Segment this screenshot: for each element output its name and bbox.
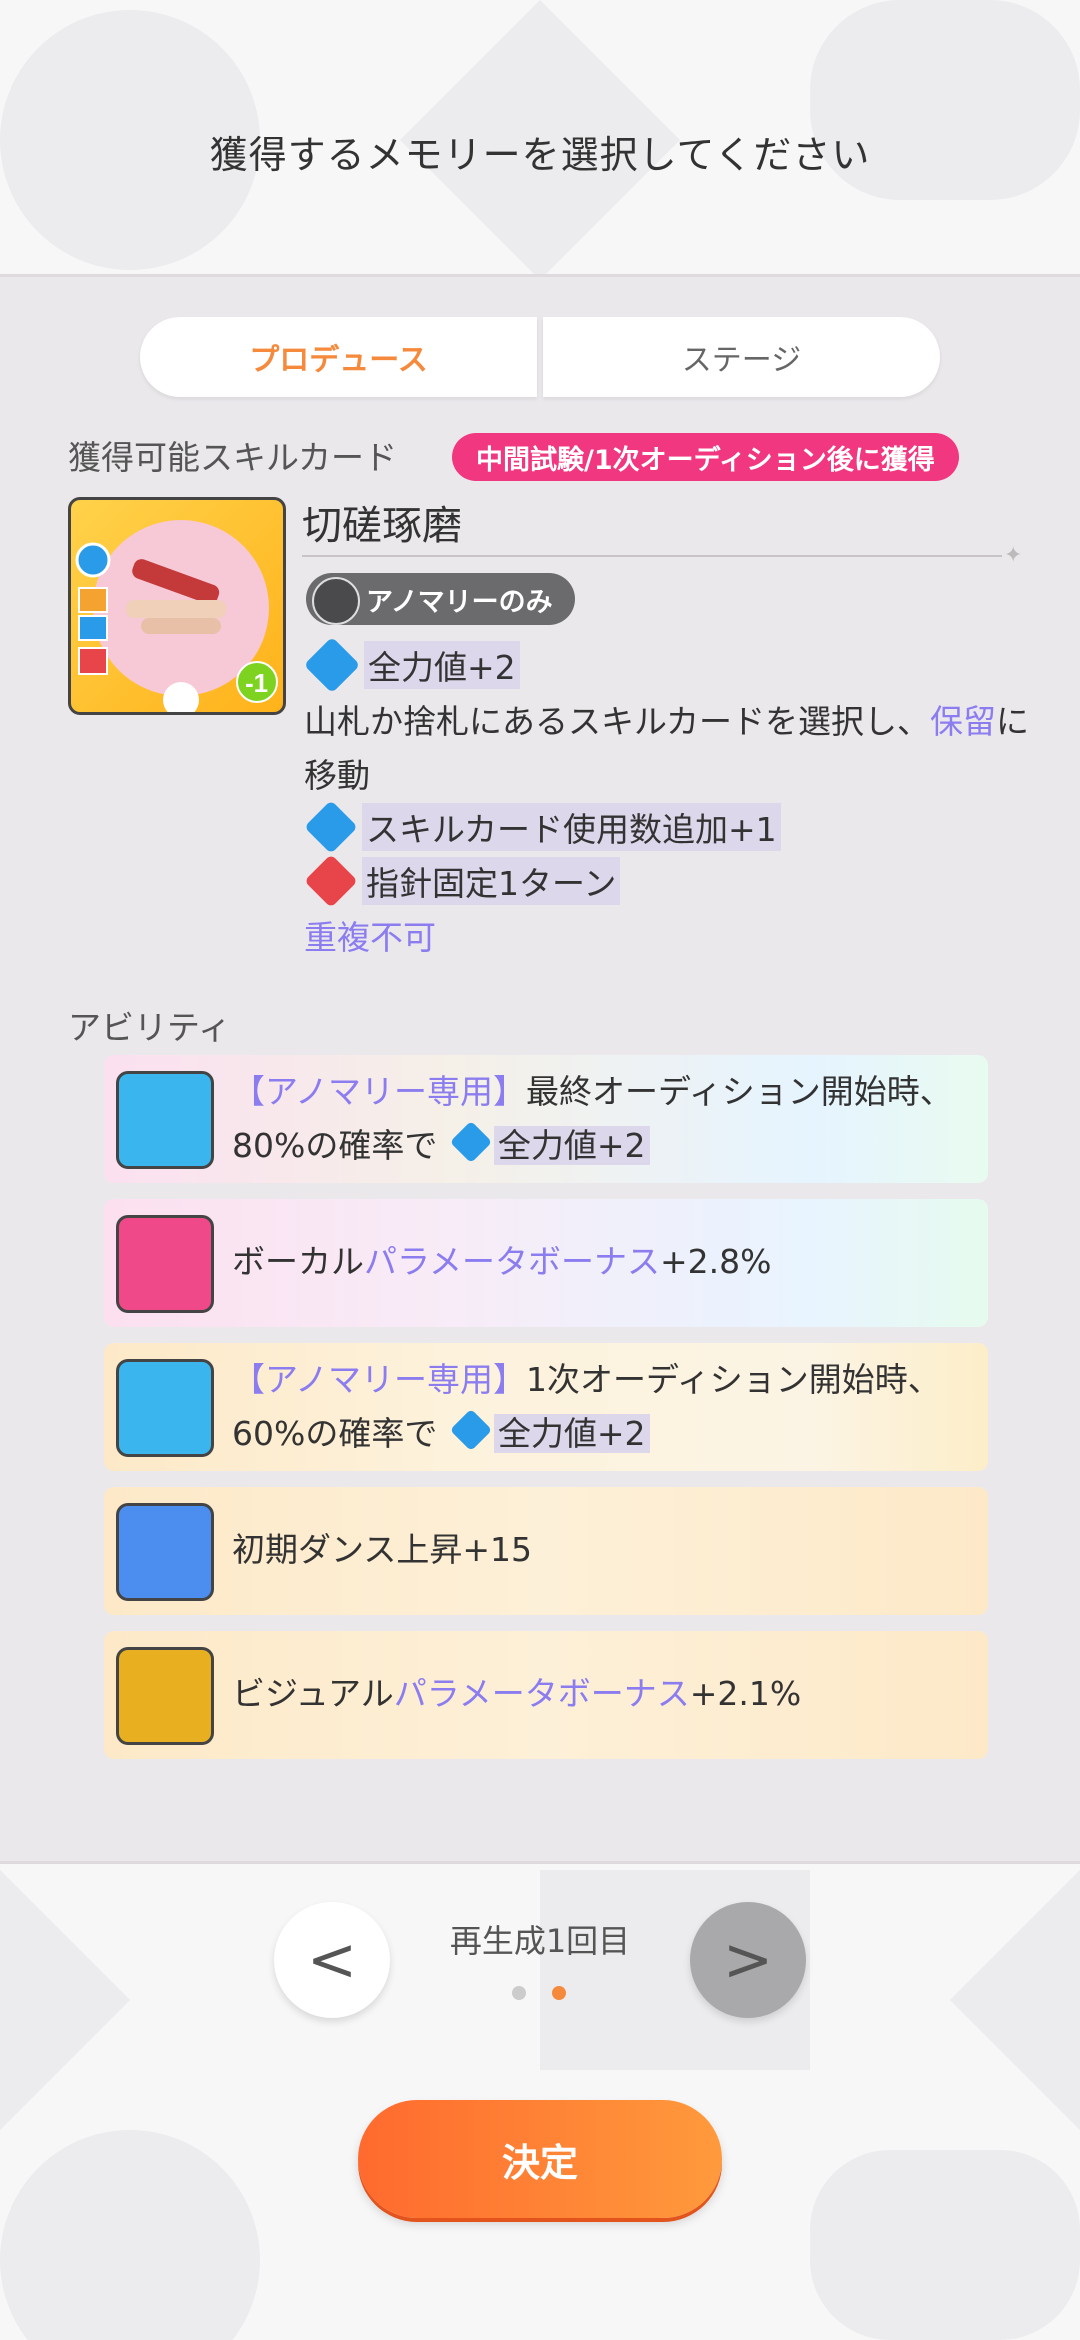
skill-use-icon xyxy=(304,800,358,854)
next-button[interactable]: > xyxy=(690,1902,806,2018)
memory-panel: プロデュース ステージ 獲得可能スキルカード 中間試験/1次オーディション後に獲… xyxy=(0,274,1080,1864)
effect-fixed: 指針固定1ターン xyxy=(304,854,621,908)
tab-stage[interactable]: ステージ xyxy=(543,317,940,397)
param-bonus-link[interactable]: パラメータボーナス xyxy=(364,1242,660,1281)
ability-item[interactable]: ビジュアルパラメータボーナス+2.1% xyxy=(104,1631,988,1759)
tab-produce[interactable]: プロデュース xyxy=(140,317,537,397)
prev-button[interactable]: < xyxy=(274,1902,390,2018)
ability-item[interactable]: 【アノマリー専用】1次オーディション開始時、60%の確率で 全力値+2 xyxy=(104,1343,988,1471)
effect-power: 全力値+2 xyxy=(303,636,520,694)
sparkle-icon: ✦ xyxy=(1004,543,1023,568)
ability-text: ボーカル xyxy=(232,1242,364,1281)
visual-icon xyxy=(116,1647,214,1745)
desc-prefix: 山札か捨札にあるスキルカードを選択し、 xyxy=(304,702,931,741)
param-bonus-link[interactable]: パラメータボーナス xyxy=(394,1674,690,1713)
ability-prefix: 【アノマリー専用】 xyxy=(232,1360,527,1399)
effect-skill-use: スキルカード使用数追加+1 xyxy=(304,800,781,854)
no-duplicate-label: 重複不可 xyxy=(304,918,436,957)
name-divider xyxy=(302,555,1002,557)
effect-skill-use-text: スキルカード使用数追加+1 xyxy=(362,803,781,851)
effect-power-text: 全力値+2 xyxy=(364,641,520,689)
skill-card-thumbnail[interactable]: -1 xyxy=(68,497,286,715)
tab-bar: プロデュース ステージ xyxy=(140,317,940,397)
effect-fixed-text: 指針固定1ターン xyxy=(362,857,621,905)
anomaly-tag-label: アノマリーのみ xyxy=(366,586,553,618)
ability-value: +2.1% xyxy=(689,1674,802,1713)
anomaly-icon xyxy=(312,577,360,625)
acquire-timing-badge: 中間試験/1次オーディション後に獲得 xyxy=(452,433,959,481)
ability-value: +2.8% xyxy=(660,1242,772,1281)
skill-card-name: 切磋琢磨 xyxy=(302,503,462,549)
confirm-button[interactable]: 決定 xyxy=(358,2100,722,2218)
skill-section-title: 獲得可能スキルカード xyxy=(68,438,398,477)
power-effect-icon xyxy=(303,636,361,694)
ability-section-title: アビリティ xyxy=(68,1008,232,1047)
dance-icon xyxy=(116,1503,214,1601)
power-effect-icon xyxy=(449,1120,493,1164)
anomaly-only-tag: アノマリーのみ xyxy=(306,573,575,625)
regenerate-count-label: 再生成1回目 xyxy=(449,1922,631,1960)
card-art-icon: -1 xyxy=(75,520,278,712)
ability-item[interactable]: ボーカルパラメータボーナス+2.8% xyxy=(104,1199,988,1327)
power-effect-icon xyxy=(449,1408,493,1452)
power-icon xyxy=(116,1071,214,1169)
ability-item[interactable]: 【アノマリー専用】最終オーディション開始時、80%の確率で 全力値+2 xyxy=(104,1055,988,1183)
ability-prefix: 【アノマリー専用】 xyxy=(232,1072,527,1111)
desc-keyword-hold[interactable]: 保留 xyxy=(930,702,996,741)
screen-header: 獲得するメモリーを選択してください xyxy=(0,0,1080,272)
ability-text: ビジュアル xyxy=(232,1674,394,1713)
ability-item[interactable]: 初期ダンス上昇+15 xyxy=(104,1487,988,1615)
skill-description: 山札か捨札にあるスキルカードを選択し、保留に移動 xyxy=(304,695,1034,803)
card-cost-badge: -1 xyxy=(245,668,268,698)
ability-effect: 全力値+2 xyxy=(493,1414,650,1453)
power-icon xyxy=(116,1359,214,1457)
page-title: 獲得するメモリーを選択してください xyxy=(209,132,871,177)
fixed-pointer-icon xyxy=(304,854,358,908)
microphone-icon xyxy=(116,1215,214,1313)
page-dot xyxy=(512,1986,526,2000)
ability-text: 初期ダンス上昇+15 xyxy=(232,1530,532,1569)
ability-effect: 全力値+2 xyxy=(493,1126,650,1165)
page-dot-active xyxy=(552,1986,566,2000)
